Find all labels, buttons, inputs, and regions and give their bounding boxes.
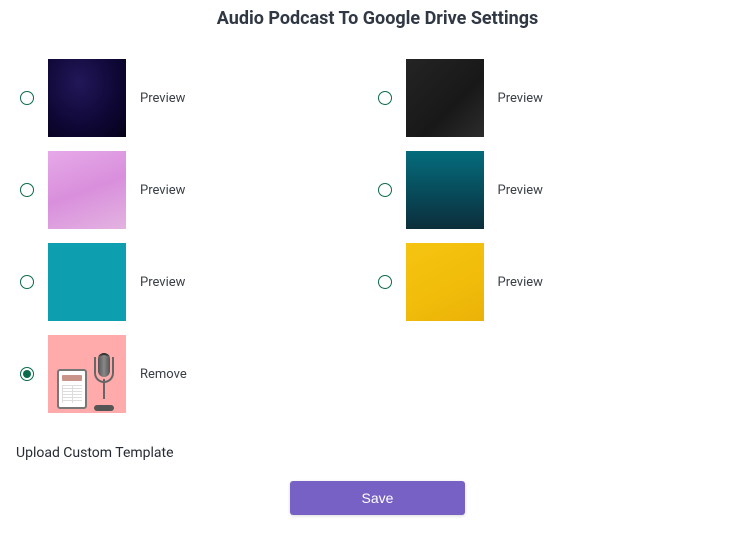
template-thumbnail [406,59,484,137]
preview-link[interactable]: Preview [140,91,185,106]
template-radio[interactable] [20,183,34,197]
preview-link[interactable]: Preview [140,183,185,198]
preview-link[interactable]: Preview [498,275,543,290]
preview-link[interactable]: Preview [498,91,543,106]
template-radio[interactable] [20,367,34,381]
template-radio[interactable] [378,91,392,105]
template-grid: Preview Preview Preview Preview Preview … [0,59,755,427]
preview-link[interactable]: Preview [498,183,543,198]
microphone-illustration [91,351,117,411]
template-option: Preview [378,59,736,137]
template-thumbnail [406,243,484,321]
template-thumbnail [406,151,484,229]
template-thumbnail [48,151,126,229]
template-thumbnail [48,243,126,321]
save-row: Save [0,475,755,531]
template-radio[interactable] [378,183,392,197]
remove-link[interactable]: Remove [140,367,187,382]
template-option: Remove [20,335,378,413]
tablet-illustration [57,369,87,409]
template-option: Preview [378,151,736,229]
template-thumbnail [48,59,126,137]
page-title: Audio Podcast To Google Drive Settings [0,8,755,29]
template-radio[interactable] [20,91,34,105]
template-radio[interactable] [378,275,392,289]
save-button[interactable]: Save [290,481,465,515]
template-option: Preview [378,243,736,321]
upload-custom-template[interactable]: Upload Custom Template [0,427,755,475]
template-option: Preview [20,243,378,321]
template-thumbnail [48,335,126,413]
preview-link[interactable]: Preview [140,275,185,290]
template-radio[interactable] [20,275,34,289]
template-option: Preview [20,59,378,137]
template-option: Preview [20,151,378,229]
